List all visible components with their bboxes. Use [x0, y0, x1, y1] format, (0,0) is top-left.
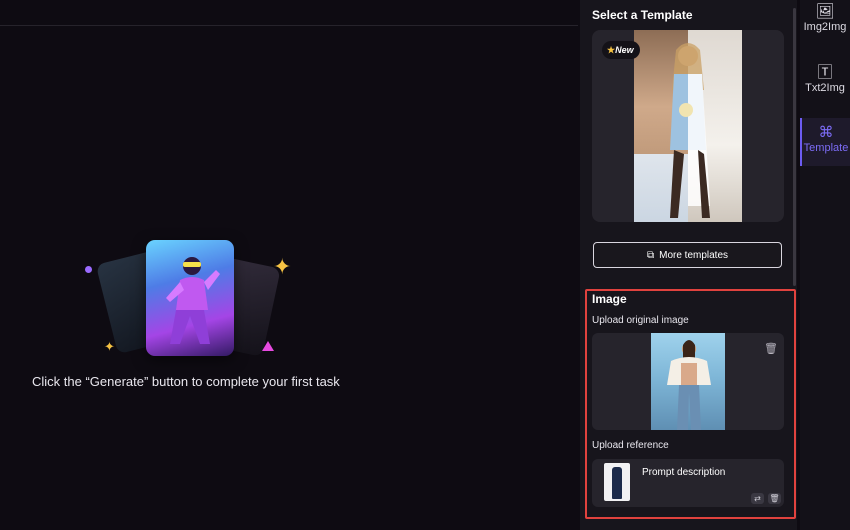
original-image-upload[interactable]: 🗑 — [592, 333, 784, 430]
upload-reference-label: Upload reference — [592, 440, 669, 451]
image-section-title: Image — [592, 292, 627, 306]
top-divider — [0, 25, 578, 26]
star-icon: ★ — [607, 45, 616, 55]
cyberpunk-figure-illustration — [166, 257, 220, 344]
nav-item-txt2img[interactable]: 🅃 Txt2Img — [800, 62, 850, 106]
model-photo-illustration — [667, 340, 711, 430]
empty-state-message: Click the “Generate” button to complete … — [32, 374, 340, 389]
upload-original-label: Upload original image — [592, 315, 689, 326]
sparkle-small-icon: ✦ — [104, 339, 115, 354]
more-templates-button[interactable]: ⧉ More templates — [593, 242, 782, 268]
nav-item-template[interactable]: ⌘ Template — [800, 118, 850, 166]
reference-thumbnail — [604, 463, 630, 501]
prompt-description[interactable]: Prompt description — [642, 467, 725, 478]
illustration-card-front — [146, 240, 234, 356]
template-preview-image — [634, 30, 742, 222]
panel-scrollbar[interactable] — [793, 8, 796, 286]
swap-icon[interactable]: ⇄ — [751, 493, 764, 504]
dot-decoration — [85, 266, 92, 273]
sparkle-icon: ✦ — [273, 254, 292, 279]
original-image-preview — [651, 333, 725, 430]
triangle-decoration — [262, 341, 274, 351]
text-plus-icon: 🅃 — [817, 64, 833, 81]
templates-stack-icon: ⧉ — [646, 249, 655, 261]
image-plus-icon: 🖼 — [815, 3, 835, 20]
nav-item-img2img[interactable]: 🖼 Img2Img — [800, 0, 850, 45]
delete-reference-icon[interactable]: 🗑 — [768, 493, 781, 504]
new-badge: ★New — [602, 41, 640, 59]
model-figure-illustration — [670, 43, 710, 218]
template-icon: ⌘ — [818, 124, 834, 141]
dress-illustration — [612, 467, 622, 499]
delete-original-icon[interactable]: 🗑 — [764, 342, 778, 355]
panel-title: Select a Template — [592, 8, 693, 22]
